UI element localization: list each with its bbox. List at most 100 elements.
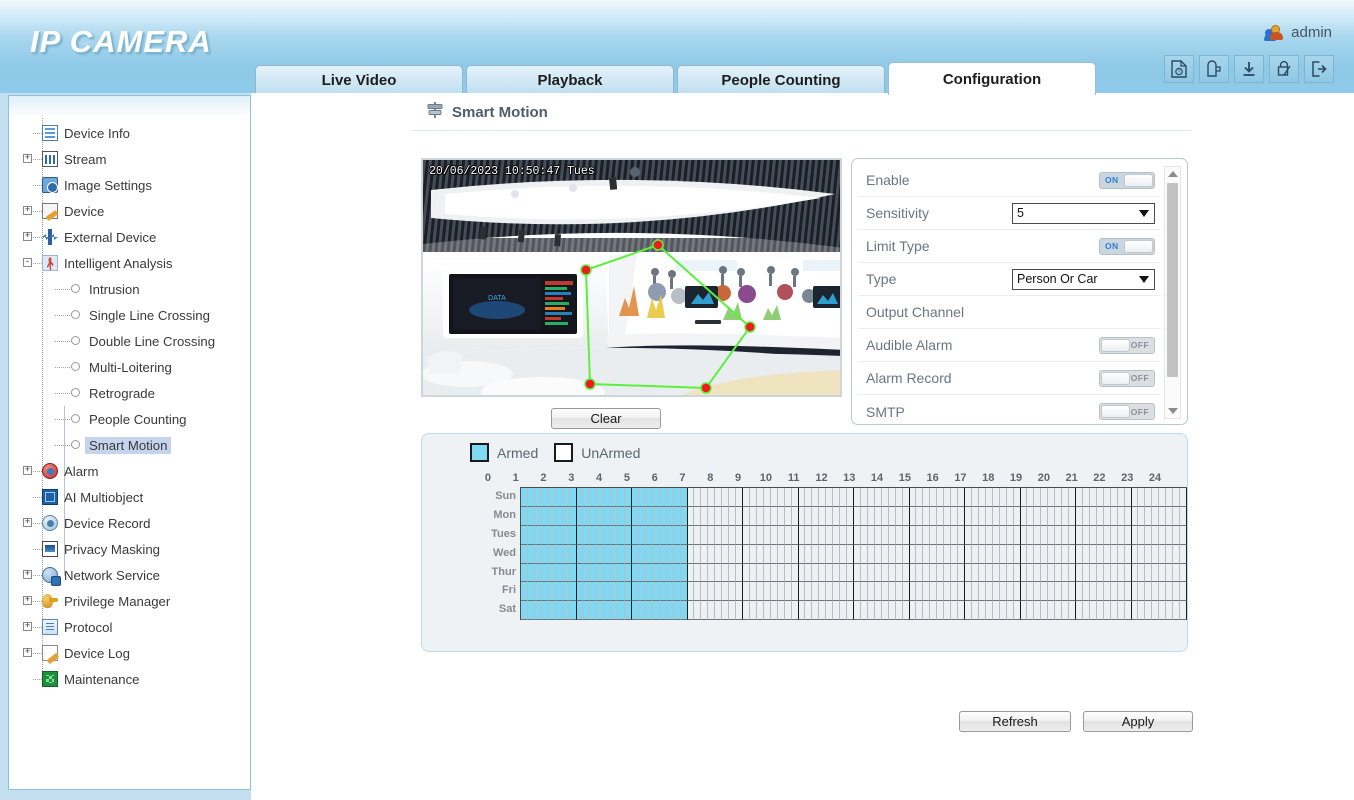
schedule-cell[interactable] [1083, 526, 1090, 545]
schedule-cell[interactable] [1138, 601, 1145, 620]
schedule-cell[interactable] [965, 526, 972, 545]
schedule-cell[interactable] [1138, 526, 1145, 545]
schedule-cell[interactable] [1062, 564, 1069, 583]
schedule-cell[interactable] [1048, 564, 1055, 583]
schedule-cell[interactable] [812, 488, 819, 507]
schedule-cell[interactable] [903, 601, 910, 620]
schedule-cell[interactable] [701, 488, 708, 507]
schedule-cell[interactable] [570, 582, 577, 601]
schedule-cell[interactable] [1000, 582, 1007, 601]
schedule-cell[interactable] [1000, 526, 1007, 545]
schedule-cell[interactable] [708, 545, 715, 564]
schedule-cell[interactable] [1062, 601, 1069, 620]
schedule-cell[interactable] [965, 601, 972, 620]
schedule-cell[interactable] [764, 545, 771, 564]
schedule-cell[interactable] [1173, 582, 1180, 601]
schedule-cell[interactable] [743, 564, 750, 583]
schedule-cell[interactable] [639, 507, 646, 526]
schedule-cell[interactable] [604, 564, 611, 583]
schedule-cell[interactable] [1180, 507, 1187, 526]
schedule-cell[interactable] [854, 601, 861, 620]
schedule-cell[interactable] [771, 526, 778, 545]
schedule-cell[interactable] [916, 526, 923, 545]
schedule-cell[interactable] [1097, 507, 1104, 526]
schedule-cell[interactable] [1090, 601, 1097, 620]
schedule-cell[interactable] [1180, 601, 1187, 620]
schedule-cell[interactable] [1111, 582, 1118, 601]
schedule-cell[interactable] [840, 488, 847, 507]
schedule-cell[interactable] [951, 582, 958, 601]
schedule-cell[interactable] [979, 582, 986, 601]
schedule-cell[interactable] [1041, 582, 1048, 601]
schedule-cell[interactable] [1152, 526, 1159, 545]
schedule-cell[interactable] [1034, 526, 1041, 545]
schedule-cell[interactable] [930, 601, 937, 620]
schedule-cell[interactable] [951, 507, 958, 526]
schedule-cell[interactable] [1021, 507, 1028, 526]
schedule-cell[interactable] [597, 526, 604, 545]
schedule-cell[interactable] [958, 488, 965, 507]
schedule-cell[interactable] [868, 507, 875, 526]
schedule-cell[interactable] [903, 545, 910, 564]
schedule-cell[interactable] [854, 564, 861, 583]
schedule-cell[interactable] [1076, 507, 1083, 526]
schedule-cell[interactable] [1014, 564, 1021, 583]
schedule-cell[interactable] [597, 601, 604, 620]
schedule-cell[interactable] [535, 488, 542, 507]
schedule-cell[interactable] [923, 545, 930, 564]
schedule-cell[interactable] [722, 526, 729, 545]
setting-dropdown[interactable]: Person Or Car [1012, 269, 1155, 290]
schedule-cell[interactable] [972, 582, 979, 601]
tree-expander-icon[interactable]: + [23, 570, 32, 579]
schedule-cell[interactable] [785, 564, 792, 583]
schedule-cell[interactable] [604, 545, 611, 564]
schedule-cell[interactable] [1055, 526, 1062, 545]
schedule-cell[interactable] [1104, 488, 1111, 507]
schedule-cell[interactable] [528, 601, 535, 620]
sidebar-item-ai-multiobject[interactable]: AI Multiobject [9, 484, 250, 510]
schedule-cell[interactable] [1145, 526, 1152, 545]
schedule-cell[interactable] [722, 601, 729, 620]
schedule-cell[interactable] [694, 526, 701, 545]
schedule-cell[interactable] [563, 507, 570, 526]
tab-playback[interactable]: Playback [466, 65, 674, 95]
schedule-cell[interactable] [632, 564, 639, 583]
schedule-cell[interactable] [840, 507, 847, 526]
schedule-cell[interactable] [819, 545, 826, 564]
schedule-row[interactable] [521, 564, 1187, 583]
schedule-cell[interactable] [604, 582, 611, 601]
schedule-cell[interactable] [681, 488, 688, 507]
schedule-cell[interactable] [1180, 582, 1187, 601]
schedule-cell[interactable] [750, 507, 757, 526]
schedule-cell[interactable] [1104, 526, 1111, 545]
schedule-cell[interactable] [694, 507, 701, 526]
schedule-cell[interactable] [1152, 488, 1159, 507]
schedule-cell[interactable] [889, 564, 896, 583]
schedule-cell[interactable] [1166, 507, 1173, 526]
schedule-cell[interactable] [792, 582, 799, 601]
schedule-cell[interactable] [937, 507, 944, 526]
schedule-cell[interactable] [854, 526, 861, 545]
schedule-cell[interactable] [625, 564, 632, 583]
schedule-cell[interactable] [847, 545, 854, 564]
schedule-cell[interactable] [729, 488, 736, 507]
schedule-cell[interactable] [639, 526, 646, 545]
schedule-cell[interactable] [681, 601, 688, 620]
sidebar-item-smart-motion[interactable]: Smart Motion [9, 432, 250, 458]
schedule-cell[interactable] [722, 488, 729, 507]
schedule-cell[interactable] [688, 564, 695, 583]
schedule-cell[interactable] [1021, 564, 1028, 583]
scroll-down-icon[interactable] [1165, 404, 1180, 418]
schedule-cell[interactable] [1014, 488, 1021, 507]
schedule-cell[interactable] [688, 488, 695, 507]
tree-expander-icon[interactable]: + [23, 154, 32, 163]
schedule-cell[interactable] [930, 582, 937, 601]
schedule-cell[interactable] [910, 545, 917, 564]
schedule-cell[interactable] [792, 526, 799, 545]
sidebar-item-intelligent-analysis[interactable]: -Intelligent Analysis [9, 250, 250, 276]
schedule-cell[interactable] [792, 507, 799, 526]
schedule-cell[interactable] [826, 488, 833, 507]
schedule-cell[interactable] [604, 526, 611, 545]
schedule-cell[interactable] [646, 601, 653, 620]
schedule-cell[interactable] [632, 545, 639, 564]
